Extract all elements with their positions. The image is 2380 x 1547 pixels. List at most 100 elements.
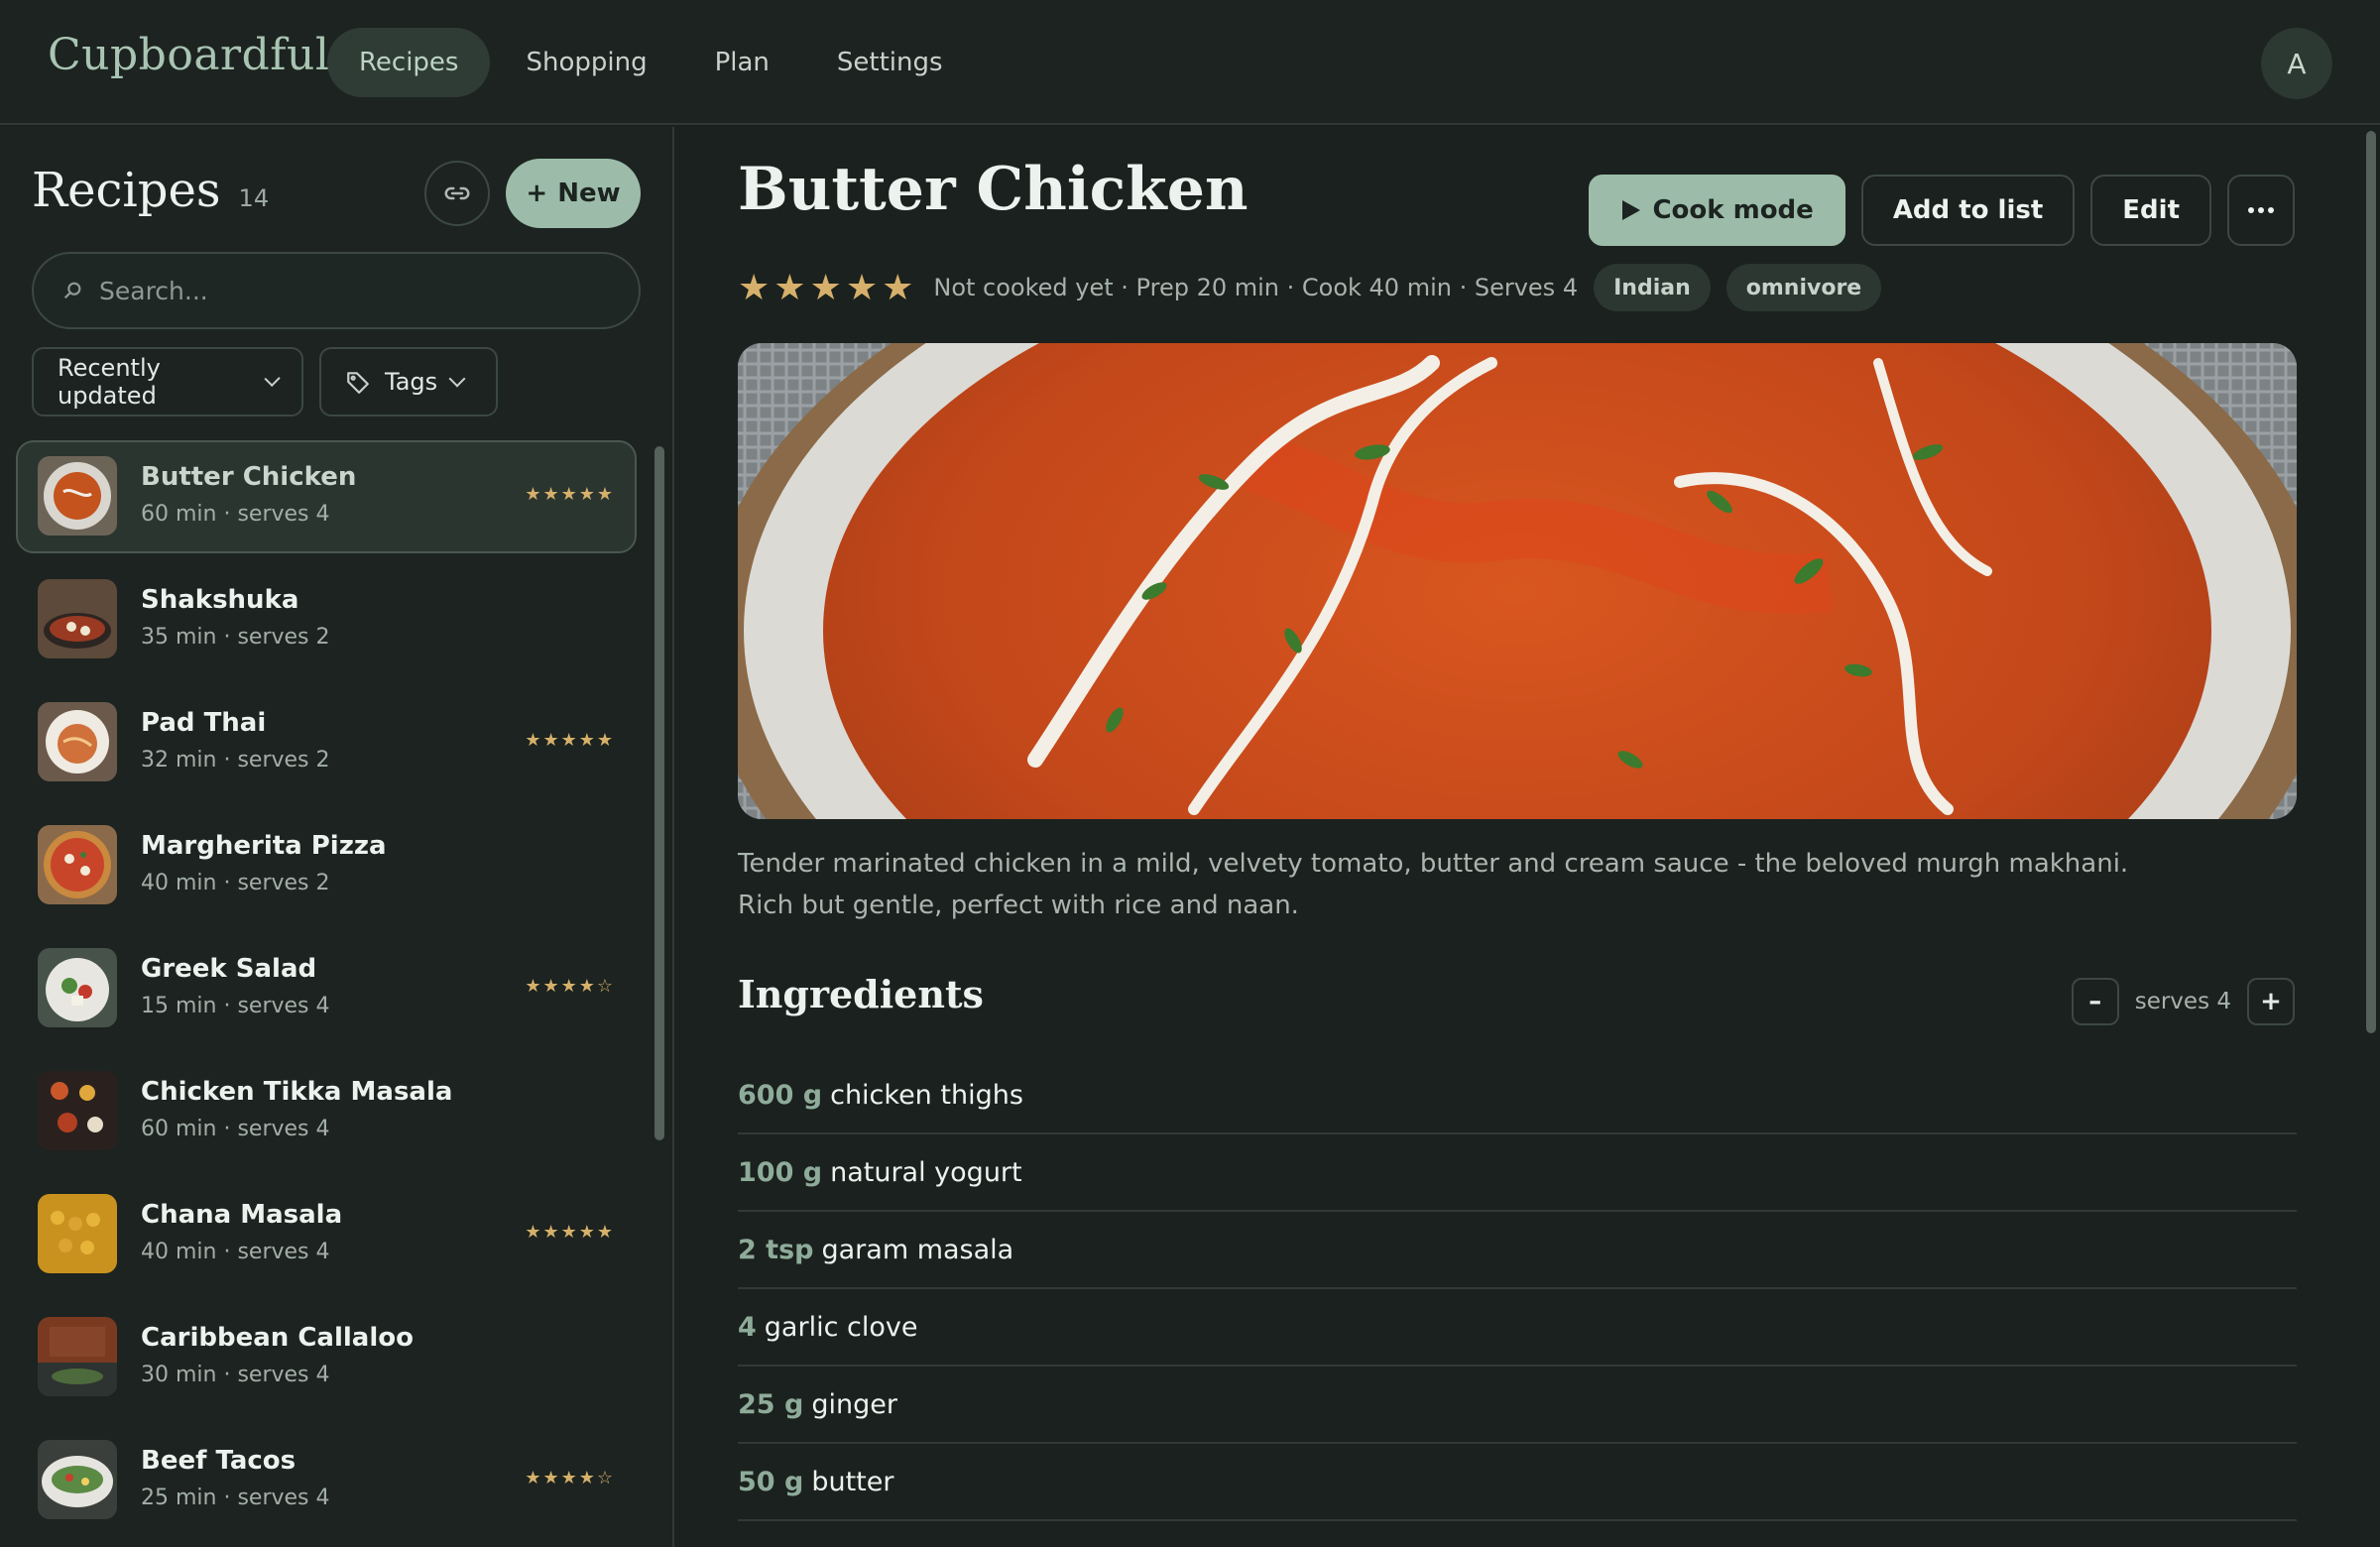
recipe-detail: Butter Chicken Cook mode Add to list Edi… xyxy=(676,127,2380,1547)
recipe-name: Greek Salad xyxy=(141,954,317,984)
recipe-description: Tender marinated chicken in a mild, velv… xyxy=(738,849,2129,920)
new-recipe-label: New xyxy=(557,178,621,208)
ingredient-qty: 2 tsp xyxy=(738,1234,814,1265)
rating-stars: ★★★★★ xyxy=(525,1222,615,1243)
chevron-down-icon xyxy=(448,370,466,388)
recipe-name: Beef Tacos xyxy=(141,1446,297,1476)
recipe-meta: 30 min · serves 4 xyxy=(141,1363,330,1387)
recipe-name: Butter Chicken xyxy=(141,462,357,492)
nav-settings[interactable]: Settings xyxy=(805,28,975,97)
recipe-list: Butter Chicken 60 min · serves 4 ★★★★★ S… xyxy=(16,440,637,1547)
recipe-meta: 32 min · serves 2 xyxy=(141,748,330,773)
sidebar-title: Recipes xyxy=(32,163,221,218)
more-options-button[interactable] xyxy=(2227,175,2295,246)
ingredient-name: ginger xyxy=(811,1388,897,1420)
tag-chip[interactable]: omnivore xyxy=(1726,264,1882,311)
list-item[interactable]: Beef Tacos 25 min · serves 4 ★★★★☆ xyxy=(16,1424,637,1537)
add-to-list-button[interactable]: Add to list xyxy=(1860,175,2076,246)
recipe-actions: Cook mode Add to list Edit xyxy=(1589,175,2295,246)
recipe-meta: 60 min · serves 4 xyxy=(141,502,330,527)
ingredients-heading: Ingredients xyxy=(738,972,984,1016)
recipe-meta: Not cooked yet · Prep 20 min · Cook 40 m… xyxy=(933,274,1579,301)
brand-logo[interactable]: Cupboardful xyxy=(48,30,329,80)
play-icon xyxy=(1622,200,1641,220)
recipe-name: Shakshuka xyxy=(141,585,299,615)
share-link-button[interactable] xyxy=(424,161,490,226)
increase-servings-button[interactable]: + xyxy=(2247,978,2295,1025)
avatar[interactable]: A xyxy=(2261,28,2332,99)
ingredient-row: 1 onion xyxy=(738,1521,2297,1547)
ingredient-name: garlic clove xyxy=(764,1311,918,1343)
ingredient-qty: 25 g xyxy=(738,1388,804,1420)
ingredient-name: butter xyxy=(811,1466,894,1497)
rating-stars[interactable]: ★★★★★ xyxy=(738,268,917,308)
nav-recipes[interactable]: Recipes xyxy=(327,28,491,97)
recipe-meta-line: ★★★★★ Not cooked yet · Prep 20 min · Coo… xyxy=(738,264,1882,311)
recipe-name: Chana Masala xyxy=(141,1200,343,1230)
recipe-thumbnail xyxy=(38,825,117,904)
recipe-meta: 60 min · serves 4 xyxy=(141,1117,330,1141)
ingredient-qty: 600 g xyxy=(738,1079,823,1111)
tag-chip[interactable]: Indian xyxy=(1594,264,1711,311)
main-nav: Recipes Shopping Plan Settings xyxy=(327,28,975,97)
ingredient-row: 4 garlic clove xyxy=(738,1289,2297,1367)
recipe-thumbnail xyxy=(38,1317,117,1396)
recipe-name: Pad Thai xyxy=(141,708,267,738)
list-item[interactable]: Butter Chicken 60 min · serves 4 ★★★★★ xyxy=(16,440,637,553)
new-recipe-button[interactable]: + New xyxy=(506,159,641,228)
list-item[interactable]: Chana Masala 40 min · serves 4 ★★★★★ xyxy=(16,1178,637,1291)
recipe-name: Caribbean Callaloo xyxy=(141,1323,414,1353)
search-icon xyxy=(63,282,81,299)
ingredient-row: 2 tsp garam masala xyxy=(738,1212,2297,1289)
main-scrollbar[interactable] xyxy=(2366,131,2376,1033)
cook-mode-button[interactable]: Cook mode xyxy=(1589,175,1845,246)
recipe-meta: 40 min · serves 4 xyxy=(141,1240,330,1264)
ingredient-qty: 100 g xyxy=(738,1156,823,1188)
list-item[interactable]: Margherita Pizza 40 min · serves 2 xyxy=(16,809,637,922)
rating-stars: ★★★★★ xyxy=(525,484,615,505)
more-icon xyxy=(2248,207,2274,213)
tags-dropdown[interactable]: Tags xyxy=(319,347,498,416)
ingredient-row: 50 g butter xyxy=(738,1444,2297,1521)
list-item[interactable]: Pad Thai 32 min · serves 2 ★★★★★ xyxy=(16,686,637,799)
recipe-meta: 15 min · serves 4 xyxy=(141,994,330,1018)
sort-dropdown[interactable]: Recently updated xyxy=(32,347,303,416)
search-input[interactable] xyxy=(99,276,615,305)
recipe-meta: 35 min · serves 2 xyxy=(141,625,330,650)
tag-icon xyxy=(347,372,369,394)
nav-shopping[interactable]: Shopping xyxy=(494,28,678,97)
recipe-thumbnail xyxy=(38,456,117,536)
list-item[interactable]: Chicken Tikka Masala 60 min · serves 4 xyxy=(16,1055,637,1168)
sidebar-scrollbar[interactable] xyxy=(654,446,664,1140)
recipe-name: Margherita Pizza xyxy=(141,831,387,861)
ingredient-qty: 1 xyxy=(738,1544,757,1547)
rating-stars: ★★★★☆ xyxy=(525,976,615,997)
decrease-servings-button[interactable]: – xyxy=(2071,978,2119,1025)
nav-plan[interactable]: Plan xyxy=(683,28,801,97)
recipe-thumbnail xyxy=(38,1440,117,1519)
recipe-title: Butter Chicken xyxy=(738,155,1249,224)
rating-stars: ★★★★★ xyxy=(525,730,615,751)
list-item[interactable]: Shakshuka 35 min · serves 2 xyxy=(16,563,637,676)
plus-icon: + xyxy=(526,178,548,208)
ingredient-name: natural yogurt xyxy=(830,1156,1022,1188)
ingredient-qty: 50 g xyxy=(738,1466,804,1497)
recipe-thumbnail xyxy=(38,1194,117,1273)
list-item[interactable]: Greek Salad 15 min · serves 4 ★★★★☆ xyxy=(16,932,637,1045)
recipe-meta: 40 min · serves 2 xyxy=(141,871,330,895)
edit-button[interactable]: Edit xyxy=(2090,175,2211,246)
recipe-thumbnail xyxy=(38,579,117,658)
ingredient-qty: 4 xyxy=(738,1311,757,1343)
recipe-thumbnail xyxy=(38,702,117,781)
sort-label: Recently updated xyxy=(58,354,161,410)
top-bar: Cupboardful Recipes Shopping Plan Settin… xyxy=(0,0,2380,125)
ingredient-row: 600 g chicken thighs xyxy=(738,1057,2297,1134)
recipe-sidebar: Recipes 14 + New Recently updated Tags B… xyxy=(0,127,674,1547)
recipe-thumbnail xyxy=(38,1071,117,1150)
recipe-thumbnail xyxy=(38,948,117,1027)
ingredient-row: 100 g natural yogurt xyxy=(738,1134,2297,1212)
servings-label: serves 4 xyxy=(2134,989,2231,1014)
list-item[interactable]: Caribbean Callaloo 30 min · serves 4 xyxy=(16,1301,637,1414)
cook-mode-label: Cook mode xyxy=(1652,195,1814,225)
recipe-hero-image xyxy=(738,343,2297,819)
